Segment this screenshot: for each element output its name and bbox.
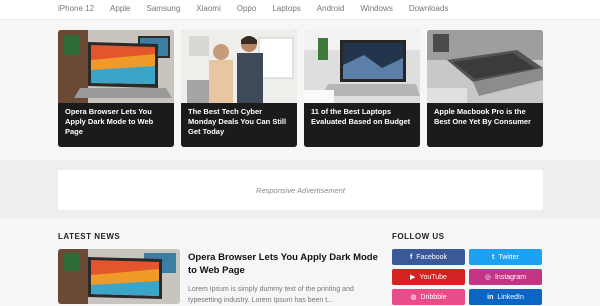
featured-card[interactable]: Apple Macbook Pro is the Best One Yet By… [427,30,543,147]
top-nav: iPhone 12 Apple Samsung Xiaomi Oppo Lapt… [0,0,600,20]
meeting-people-image [181,30,297,103]
latest-news-heading: LATEST NEWS [58,232,121,241]
macbook-image [427,30,543,103]
instagram-button[interactable]: ◎ Instagram [469,269,542,285]
advertisement-label: Responsive Advertisement [256,185,345,195]
instagram-label: Instagram [494,273,527,281]
nav-item-android[interactable]: Android [317,4,345,13]
latest-post-title[interactable]: Opera Browser Lets You Apply Dark Mode t… [188,251,378,277]
nav-item-iphone12[interactable]: iPhone 12 [58,4,94,13]
follow-us-heading: FOLLOW US [392,232,445,241]
latest-post-excerpt: Lorem Ipsum is simply dummy text of the … [188,286,354,304]
laptop-image [304,30,420,103]
featured-title[interactable]: The Best Tech Cyber Monday Deals You Can… [181,103,297,147]
facebook-label: Facebook [416,253,448,261]
linkedin-label: LinkedIn [497,293,524,301]
twitter-icon: t [492,253,495,261]
nav-item-xiaomi[interactable]: Xiaomi [196,4,220,13]
linkedin-button[interactable]: in LinkedIn [469,289,542,305]
nav-item-windows[interactable]: Windows [360,4,392,13]
nav-item-samsung[interactable]: Samsung [147,4,181,13]
latest-post-thumbnail[interactable] [58,249,180,304]
instagram-icon: ◎ [484,274,491,281]
social-links: f Facebook t Twitter ▶ YouTube ◎ Instagr… [392,249,543,305]
featured-title[interactable]: Apple Macbook Pro is the Best One Yet By… [427,103,543,147]
laptop-desk-image [58,249,180,304]
nav-item-laptops[interactable]: Laptops [272,4,300,13]
dribbble-button[interactable]: ◍ Dribbble [392,289,465,305]
twitter-button[interactable]: t Twitter [469,249,542,265]
nav-item-downloads[interactable]: Downloads [409,4,449,13]
featured-card[interactable]: The Best Tech Cyber Monday Deals You Can… [181,30,297,147]
facebook-button[interactable]: f Facebook [392,249,465,265]
youtube-label: YouTube [419,273,447,281]
laptop-desk-image [58,30,174,103]
featured-title[interactable]: 11 of the Best Laptops Evaluated Based o… [304,103,420,147]
twitter-label: Twitter [498,253,519,261]
dribbble-label: Dribbble [420,293,447,301]
nav-item-apple[interactable]: Apple [110,4,130,13]
linkedin-icon: in [487,293,494,301]
youtube-icon: ▶ [410,274,416,281]
advertisement-box[interactable]: Responsive Advertisement [58,170,543,210]
facebook-icon: f [409,253,413,261]
featured-posts: Opera Browser Lets You Apply Dark Mode t… [58,30,543,147]
featured-card[interactable]: Opera Browser Lets You Apply Dark Mode t… [58,30,174,147]
featured-card[interactable]: 11 of the Best Laptops Evaluated Based o… [304,30,420,147]
featured-title[interactable]: Opera Browser Lets You Apply Dark Mode t… [58,103,174,147]
youtube-button[interactable]: ▶ YouTube [392,269,465,285]
nav-item-oppo[interactable]: Oppo [237,4,257,13]
